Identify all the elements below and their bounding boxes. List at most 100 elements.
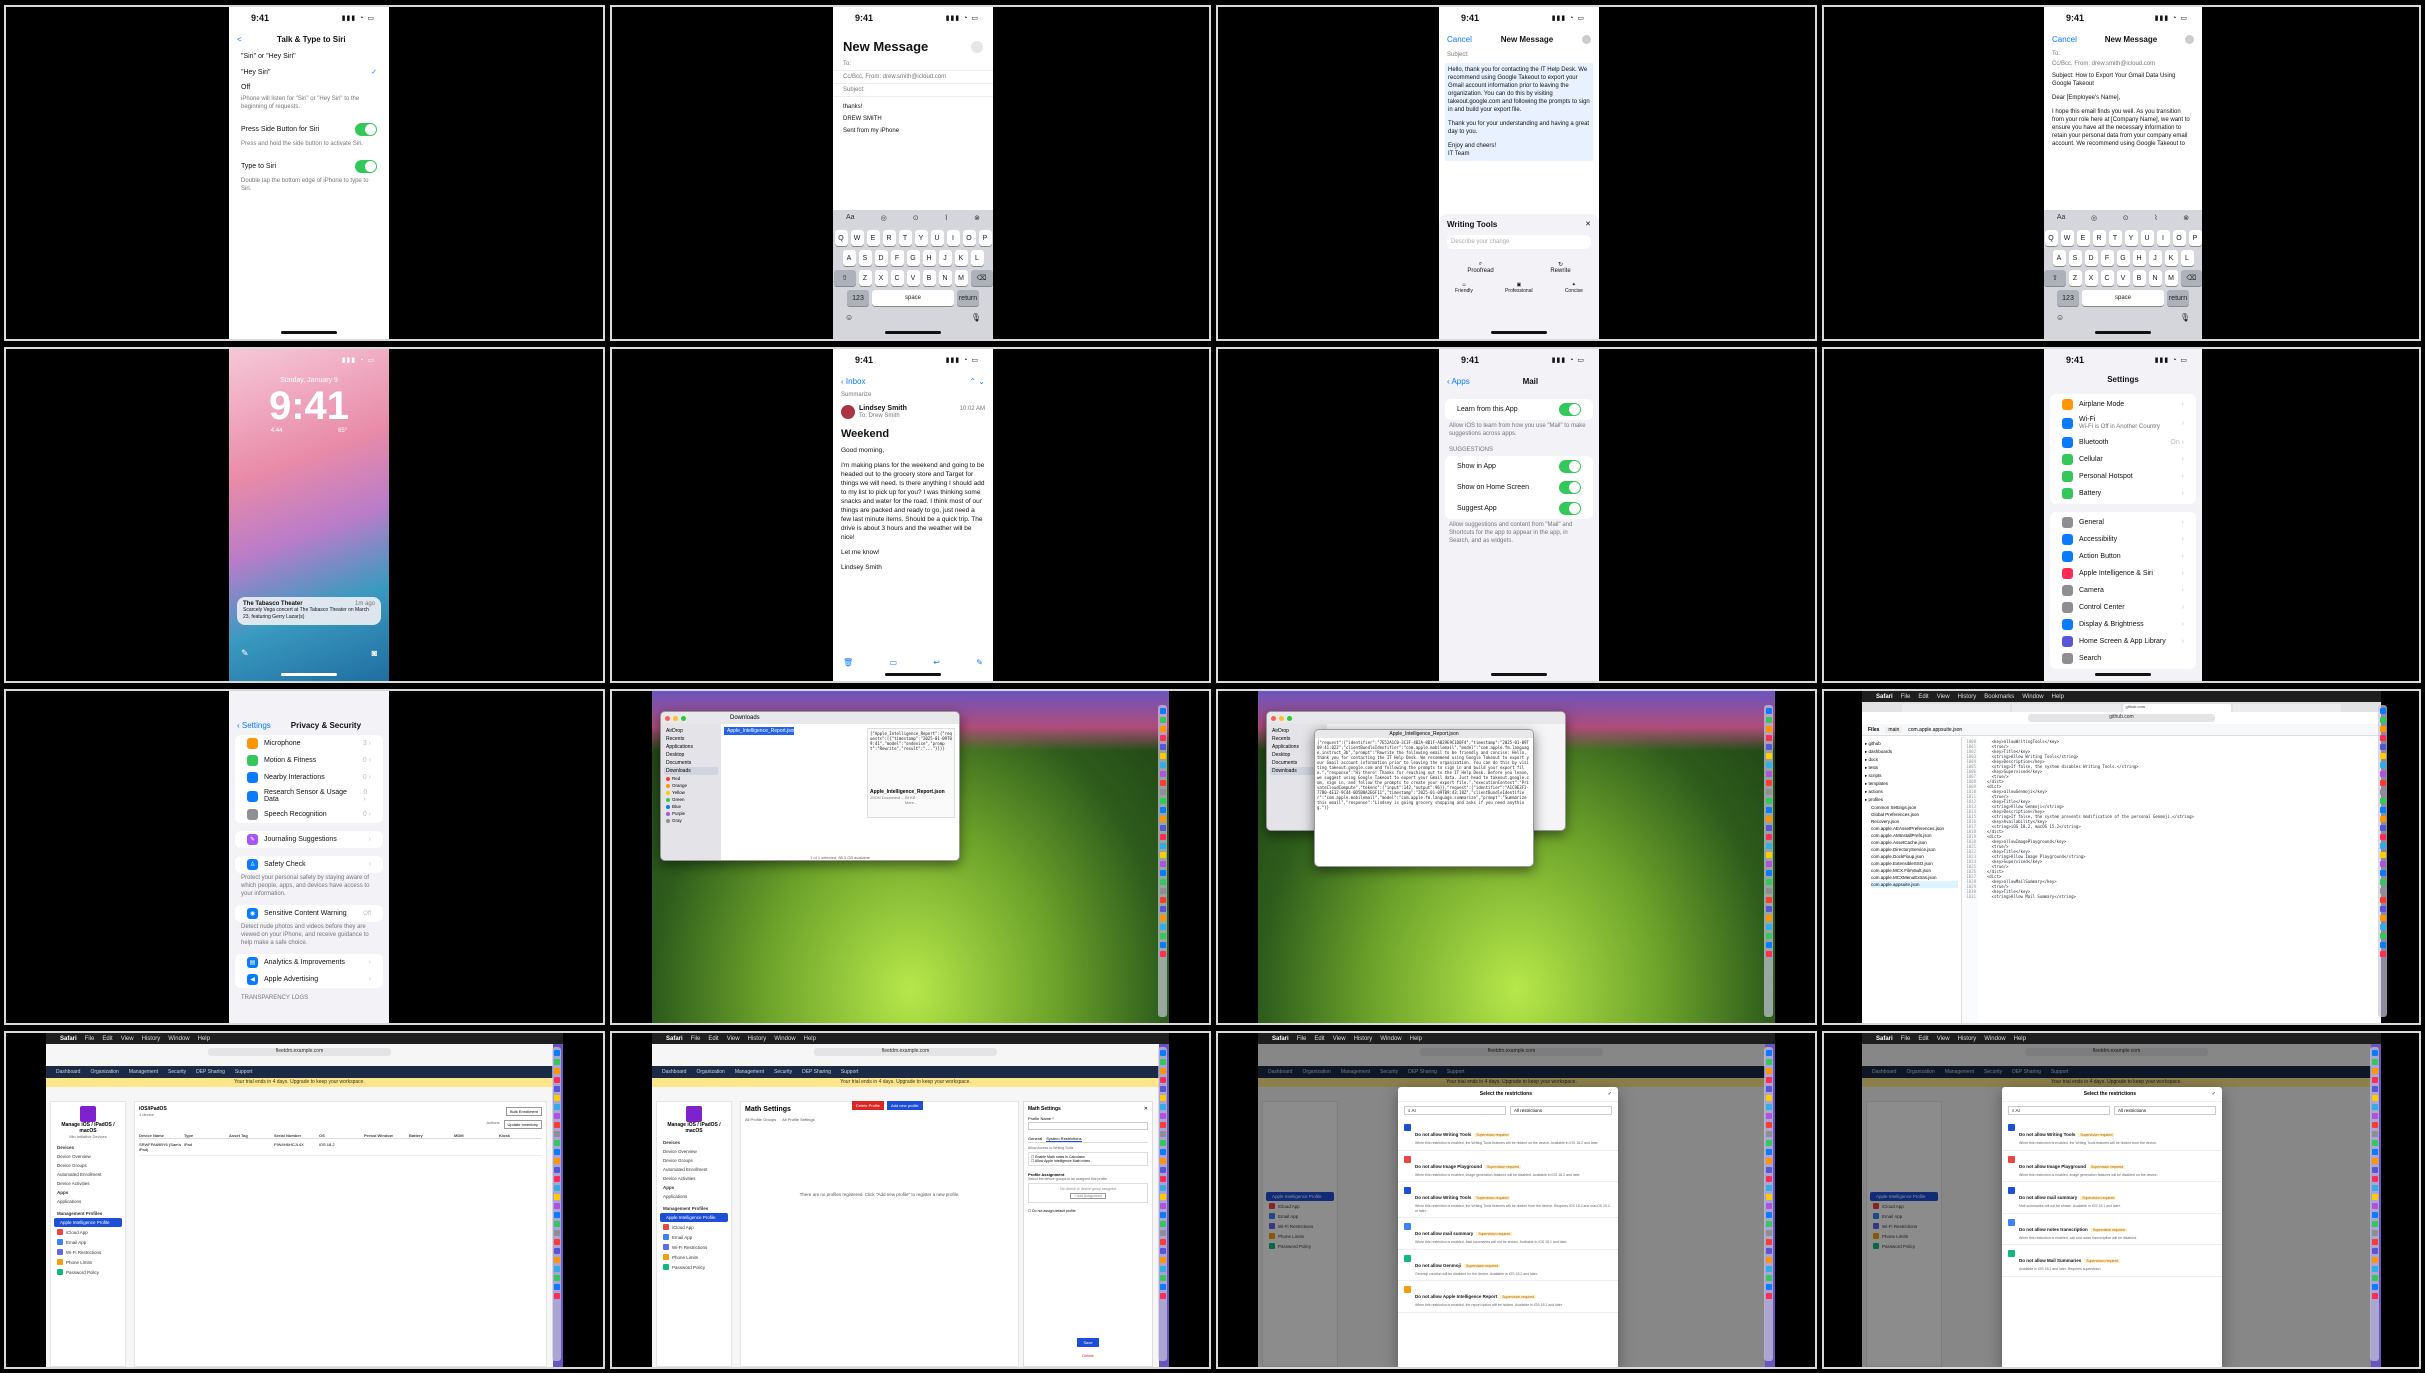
dock-app-icon[interactable] (1159, 1104, 1166, 1110)
dock-app-icon[interactable] (2379, 915, 2386, 921)
dock-app-icon[interactable] (1765, 1275, 1772, 1281)
profile-item[interactable]: Email App (657, 1232, 731, 1242)
shift-key[interactable]: ⇧ (2044, 270, 2066, 286)
sidebar-item[interactable]: Automated Enrollment (657, 1165, 731, 1174)
restriction-item[interactable]: Do not allow Image Playground Supervision… (1398, 1151, 1618, 1182)
rewrite-button[interactable]: ↻ Rewrite (1550, 261, 1570, 274)
key[interactable]: B (2132, 270, 2146, 286)
sidebar-item[interactable]: Automated Enrollment (51, 1170, 125, 1179)
settings-row[interactable]: Airplane Mode › (2050, 396, 2196, 413)
dock-app-icon[interactable] (1765, 1086, 1772, 1092)
dock-app-icon[interactable] (2371, 1275, 2378, 1281)
dock-app-icon[interactable] (553, 1176, 560, 1182)
toggle[interactable] (1559, 502, 1581, 515)
nav-item[interactable]: Security (1380, 1069, 1398, 1075)
nav-item[interactable]: Support (1447, 1069, 1465, 1075)
profile-item[interactable]: Wi-Fi Restrictions (1263, 1221, 1337, 1231)
dock-app-icon[interactable] (1159, 915, 1166, 921)
dock-app-icon[interactable] (2371, 1284, 2378, 1290)
restriction-item[interactable]: Do not allow Writing Tools Supervision re… (1398, 1182, 1618, 1218)
text-format-icon[interactable]: Aa (2057, 214, 2066, 222)
delete-profile-button[interactable]: Delete Profile (852, 1101, 885, 1110)
file-item[interactable]: com.apple.MCX.FileVault.json (1871, 867, 1958, 874)
dock-app-icon[interactable] (1765, 1266, 1772, 1272)
dock-app-icon[interactable] (1159, 771, 1166, 777)
check-icon[interactable]: ✓ (2212, 1091, 2216, 1097)
profile-item[interactable]: Password Policy (1867, 1241, 1941, 1251)
dock-app-icon[interactable] (1765, 1077, 1772, 1083)
key[interactable]: D (874, 250, 888, 266)
key[interactable]: H (2132, 250, 2146, 266)
dock-app-icon[interactable] (1765, 951, 1772, 957)
profile-item[interactable]: Email App (1263, 1211, 1337, 1221)
sidebar-item[interactable]: Device Overview (51, 1152, 125, 1161)
dock-app-icon[interactable] (2371, 1167, 2378, 1173)
back-button[interactable]: ‹ Inbox (841, 377, 865, 386)
toggle[interactable] (355, 160, 377, 173)
dock-app-icon[interactable] (2379, 816, 2386, 822)
dock-app-icon[interactable] (1765, 1239, 1772, 1245)
nav-item[interactable]: DEP Sharing (1408, 1069, 1437, 1075)
siri-option[interactable]: Off (229, 80, 389, 95)
siri-option[interactable]: "Hey Siri" ✓ (229, 64, 389, 80)
dock-app-icon[interactable] (1765, 933, 1772, 939)
toggle[interactable] (355, 123, 377, 136)
text-format-icon[interactable]: Aa (846, 214, 855, 222)
add-profile-button[interactable]: Add new profile (887, 1101, 923, 1110)
describe-input[interactable]: Describe your change (1447, 235, 1591, 249)
numbers-key[interactable]: 123 (847, 290, 869, 306)
key[interactable]: Z (858, 270, 872, 286)
tag-item[interactable]: Purple (664, 810, 718, 817)
privacy-row[interactable]: Motion & Fitness 0 › (235, 752, 383, 769)
privacy-row[interactable]: Speech Recognition 0 › (235, 806, 383, 823)
dock-app-icon[interactable] (1159, 726, 1166, 732)
sidebar-item[interactable]: Devices (657, 1138, 731, 1147)
dock-app-icon[interactable] (1765, 1284, 1772, 1290)
dock-app-icon[interactable] (2371, 1176, 2378, 1182)
dock-app-icon[interactable] (1765, 906, 1772, 912)
close-window-button[interactable] (665, 715, 670, 721)
sidebar-item[interactable]: Device Overview (657, 1147, 731, 1156)
advertising-row[interactable]: ◀ Apple Advertising › (235, 971, 383, 988)
close-window-button[interactable] (1271, 715, 1276, 721)
close-icon[interactable]: ✕ (1144, 1106, 1148, 1112)
restriction-item[interactable]: Do not allow mail summary Supervision req… (1398, 1218, 1618, 1250)
professional-button[interactable]: ▣ Professional (1505, 282, 1533, 294)
toggle[interactable] (1559, 481, 1581, 494)
key[interactable]: C (2100, 270, 2114, 286)
safety-check-row[interactable]: ♙ Safety Check › (235, 856, 383, 873)
dock-app-icon[interactable] (1159, 825, 1166, 831)
save-button[interactable]: Save (1077, 1338, 1099, 1347)
tab-restrictions[interactable]: System Restrictions (1046, 1136, 1082, 1142)
tag-item[interactable]: Red (664, 775, 718, 782)
key[interactable]: U (930, 230, 944, 246)
dock-app-icon[interactable] (1159, 762, 1166, 768)
dock-app-icon[interactable] (1159, 870, 1166, 876)
column-header[interactable]: MDM (454, 1133, 497, 1138)
dock-app-icon[interactable] (1159, 1077, 1166, 1083)
profile-item[interactable]: Apple Intelligence Profile (660, 1213, 728, 1222)
dock-app-icon[interactable] (1159, 1194, 1166, 1200)
flashlight-icon[interactable]: ✎ (241, 648, 249, 659)
dock-app-icon[interactable] (1765, 1050, 1772, 1056)
settings-row[interactable]: Camera › (2050, 582, 2196, 599)
restriction-item[interactable]: Do not allow Writing Tools Supervision re… (1398, 1119, 1618, 1151)
dock-app-icon[interactable] (2371, 1194, 2378, 1200)
nav-item[interactable]: Dashboard (662, 1069, 686, 1075)
key[interactable]: E (866, 230, 880, 246)
dock-app-icon[interactable] (1765, 1230, 1772, 1236)
key[interactable]: Q (2044, 230, 2058, 246)
dock-app-icon[interactable] (1765, 1293, 1772, 1299)
dock-app-icon[interactable] (1159, 789, 1166, 795)
nav-item[interactable]: DEP Sharing (2012, 1069, 2041, 1075)
dock-app-icon[interactable] (1159, 753, 1166, 759)
file-item[interactable]: com.apple.ExtensibleSSO.json (1871, 860, 1958, 867)
key[interactable]: A (842, 250, 856, 266)
dock-app-icon[interactable] (553, 1077, 560, 1083)
dock-app-icon[interactable] (553, 1113, 560, 1119)
dock-app-icon[interactable] (1159, 1221, 1166, 1227)
key[interactable]: L (970, 250, 984, 266)
checkbox[interactable]: ☐ Do not assign default profile (1028, 1209, 1148, 1213)
dock-app-icon[interactable] (1765, 843, 1772, 849)
dock-app-icon[interactable] (1765, 924, 1772, 930)
